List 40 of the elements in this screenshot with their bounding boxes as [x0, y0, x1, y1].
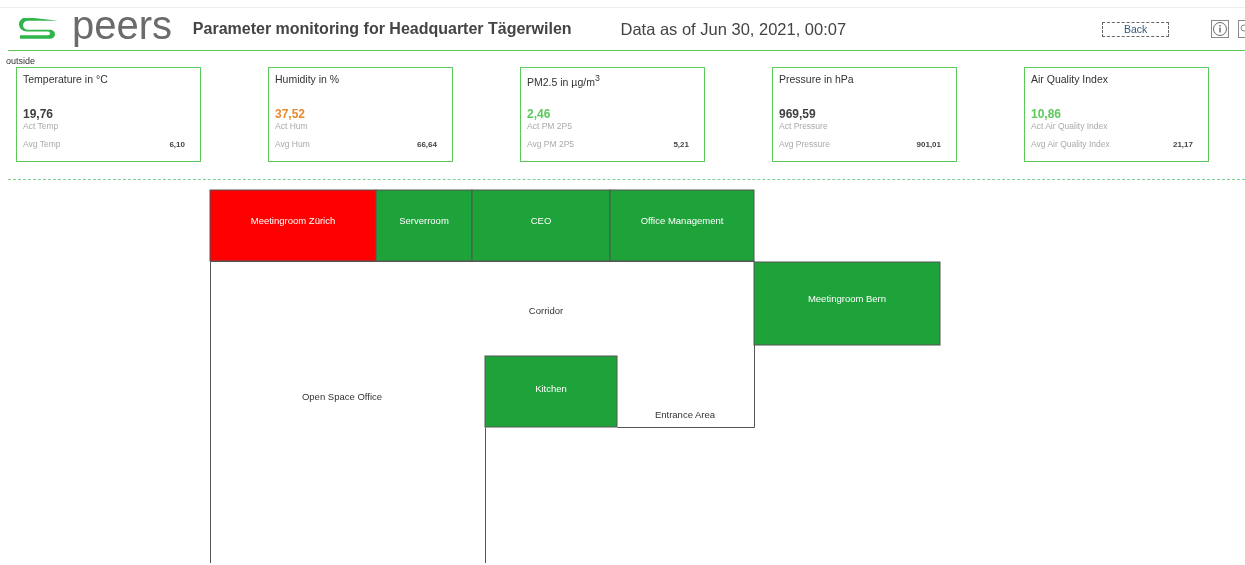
kpi-value: 2,46 — [527, 107, 552, 121]
kpi-label: Act Hum — [275, 121, 309, 131]
kpi-value: 10,86 — [1031, 107, 1063, 121]
card-title: PM2.5 in µg/m$^{3}$ — [527, 73, 601, 90]
kpi-label: Act Temp — [23, 121, 60, 131]
kpi-label: Act Air Quality Index — [1031, 121, 1109, 131]
card-title: Temperature in °C — [23, 73, 109, 87]
average-value: 6,10 — [169, 139, 185, 149]
card-title: Pressure in hPa — [779, 73, 855, 87]
room[interactable]: Office Management — [609, 189, 755, 262]
room[interactable]: CEO — [471, 189, 611, 262]
room-label[interactable]: Entrance Area — [654, 409, 716, 420]
average-label: Avg Hum — [275, 139, 310, 149]
room[interactable]: Kitchen — [484, 355, 618, 428]
kpi-label: Act Pressure — [779, 121, 829, 131]
average-value: 5,21 — [673, 139, 689, 149]
page-title: Parameter monitoring for Headquarter Tägerwilen — [192, 20, 573, 38]
section-label: outside — [6, 56, 37, 67]
room-label[interactable]: Open Space Office — [301, 391, 383, 402]
room[interactable]: Meetingroom Zürich — [209, 189, 377, 262]
kpi-value: 37,52 — [275, 107, 307, 121]
kpi-label: Act PM 2P5 — [527, 121, 573, 131]
kpi-value: 969,59 — [779, 107, 817, 121]
data-timestamp: Data as of Jun 30, 2021, 00:07 — [620, 19, 848, 39]
toolbar-icon[interactable] — [1238, 20, 1245, 38]
info-icon[interactable] — [1211, 20, 1229, 38]
average-value: 901,01 — [916, 139, 941, 149]
average-value: 66,64 — [416, 139, 437, 149]
card-title: Humidity in % — [275, 73, 341, 87]
back-button[interactable]: Back — [1102, 21, 1169, 37]
room[interactable]: Meetingroom Bern — [753, 261, 941, 346]
average-label: Avg PM 2P5 — [527, 139, 575, 149]
average-label: Avg Pressure — [779, 139, 830, 149]
kpi-value: 19,76 — [23, 107, 55, 121]
room-label[interactable]: Corridor — [528, 305, 564, 316]
average-label: Avg Temp — [23, 139, 61, 149]
room[interactable]: Serverroom — [375, 189, 473, 262]
card-title: Air Quality Index — [1031, 73, 1110, 87]
average-value: 21,17 — [1172, 139, 1193, 149]
average-label: Avg Air Quality Index — [1031, 139, 1110, 149]
